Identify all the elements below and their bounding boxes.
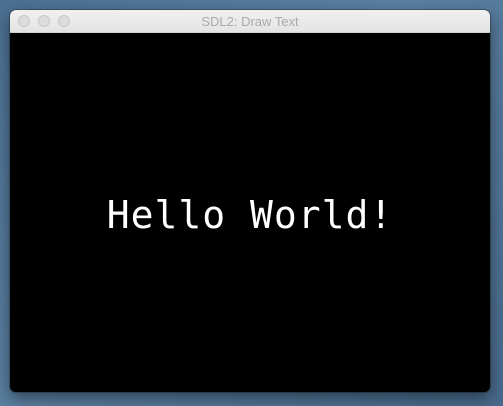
app-window: SDL2: Draw Text Hello World! (10, 10, 490, 392)
window-title: SDL2: Draw Text (201, 14, 299, 29)
hello-world-text: Hello World! (106, 193, 394, 237)
render-canvas[interactable]: Hello World! (10, 33, 490, 392)
title-bar[interactable]: SDL2: Draw Text (10, 10, 490, 33)
